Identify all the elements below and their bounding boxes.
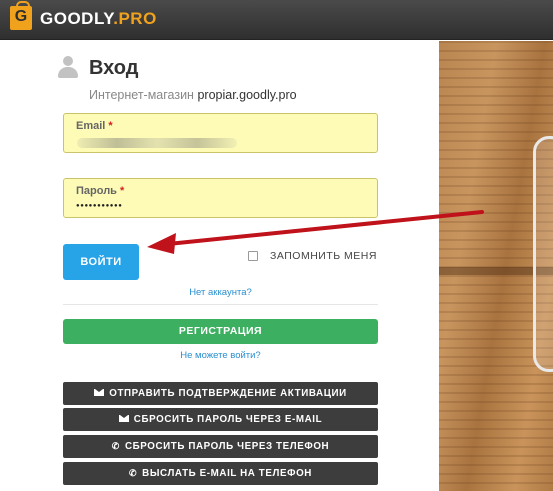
envelope-icon — [94, 389, 105, 396]
logo-text[interactable]: GOODLY.PRO — [40, 9, 157, 29]
page-title: Вход — [89, 57, 139, 79]
register-button[interactable]: РЕГИСТРАЦИЯ — [63, 319, 378, 344]
subtitle-prefix: Интернет-магазин — [89, 88, 194, 102]
store-name: propiar.goodly.pro — [197, 88, 297, 102]
password-label: Пароль * — [76, 185, 125, 197]
logo-bag-icon[interactable]: G — [10, 1, 32, 30]
email-field[interactable]: Email * — [63, 113, 378, 153]
store-subtitle: Интернет-магазин propiar.goodly.pro — [89, 88, 297, 102]
send-activation-button[interactable]: ОТПРАВИТЬ ПОДТВЕРЖДЕНИЕ АКТИВАЦИИ — [63, 382, 378, 405]
logo-main: GOODLY — [40, 9, 114, 28]
send-activation-label: ОТПРАВИТЬ ПОДТВЕРЖДЕНИЕ АКТИВАЦИИ — [109, 388, 347, 399]
reset-password-email-label: СБРОСИТЬ ПАРОЛЬ ЧЕРЕЗ E-MAIL — [133, 414, 323, 425]
logo-letter: G — [14, 8, 28, 25]
password-field[interactable]: Пароль * ●●●●●●●●●●● — [63, 178, 378, 218]
send-email-to-phone-label: ВЫСЛАТЬ E-MAIL НА ТЕЛЕФОН — [142, 468, 312, 479]
remember-me-label[interactable]: ЗАПОМНИТЬ МЕНЯ — [270, 250, 377, 262]
password-value: ●●●●●●●●●●● — [76, 203, 123, 209]
login-button[interactable]: ВОЙТИ — [63, 244, 139, 280]
required-mark: * — [108, 120, 113, 132]
email-label: Email * — [76, 120, 113, 132]
email-value-blurred — [77, 138, 237, 148]
background-photo — [439, 41, 553, 491]
reset-password-phone-label: СБРОСИТЬ ПАРОЛЬ ЧЕРЕЗ ТЕЛЕФОН — [124, 441, 330, 452]
phone-icon: ✆ — [111, 441, 120, 451]
top-bar: G GOODLY.PRO — [0, 0, 553, 40]
divider — [63, 304, 378, 305]
reset-password-phone-button[interactable]: ✆ СБРОСИТЬ ПАРОЛЬ ЧЕРЕЗ ТЕЛЕФОН — [63, 435, 378, 458]
remember-me-checkbox[interactable] — [248, 251, 258, 261]
send-email-to-phone-button[interactable]: ✆ ВЫСЛАТЬ E-MAIL НА ТЕЛЕФОН — [63, 462, 378, 485]
required-mark: * — [119, 185, 125, 197]
reset-password-email-button[interactable]: СБРОСИТЬ ПАРОЛЬ ЧЕРЕЗ E-MAIL — [63, 408, 378, 431]
envelope-icon — [118, 415, 129, 422]
no-account-link[interactable]: Нет аккаунта? — [0, 287, 441, 298]
user-icon — [58, 56, 78, 78]
phone-icon: ✆ — [128, 468, 138, 478]
cant-login-link[interactable]: Не можете войти? — [0, 350, 441, 361]
logo-suffix: .PRO — [113, 9, 157, 28]
